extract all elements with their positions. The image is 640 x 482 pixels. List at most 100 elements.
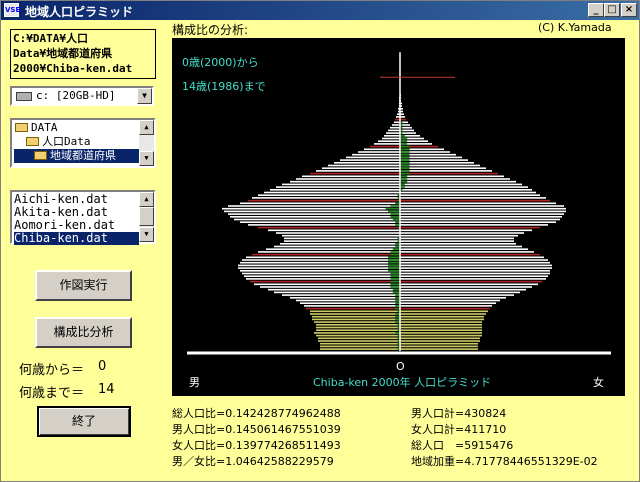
scroll-down-icon[interactable]: ▼ (139, 227, 154, 242)
maximize-button[interactable]: □ (604, 3, 620, 17)
male-bar-age-77 (378, 140, 400, 142)
dir-item-selected[interactable]: 地域都道府県 (14, 149, 139, 163)
dir-item[interactable]: DATA (15, 121, 58, 135)
diff-bar-age-50 (390, 213, 400, 215)
male-bar-age-2 (320, 342, 400, 345)
female-bar-age-9 (400, 324, 482, 326)
diff-bar-age-68 (400, 164, 410, 167)
male-bar-age-34 (246, 256, 400, 259)
scroll-up-icon[interactable]: ▲ (139, 192, 154, 207)
male-bar-age-65 (310, 172, 400, 175)
female-bar-age-47 (400, 221, 556, 223)
male-bar-age-79 (384, 135, 400, 137)
male-bar-age-32 (240, 261, 400, 264)
female-bar-age-60 (400, 186, 528, 188)
female-bar-age-62 (400, 180, 516, 183)
male-bar-age-58 (264, 191, 400, 194)
draw-button[interactable]: 作図実行 (35, 270, 132, 301)
male-bar-age-75 (370, 145, 400, 148)
male-bar-age-39 (280, 243, 400, 245)
male-bar-age-18 (296, 299, 400, 302)
female-bar-age-51 (400, 210, 566, 213)
female-bar-age-2 (400, 342, 478, 345)
analyze-button[interactable]: 構成比分析 (35, 317, 132, 348)
age-from-value[interactable]: 0 (98, 359, 106, 374)
female-bar-age-26 (400, 278, 546, 280)
app-icon[interactable]: VSE (4, 3, 20, 17)
female-bar-age-5 (400, 334, 482, 337)
dir-item[interactable]: 人口Data (26, 135, 91, 149)
female-bar-age-35 (400, 253, 540, 256)
dir-item-label: 地域都道府県 (50, 149, 116, 162)
diff-bar-age-48 (392, 218, 400, 221)
exit-button[interactable]: 終了 (37, 406, 131, 437)
scroll-down-icon[interactable]: ▼ (139, 151, 154, 166)
female-bar-age-33 (400, 259, 548, 261)
female-bar-age-56 (400, 197, 546, 199)
male-bar-age-20 (282, 294, 400, 296)
age-to-value[interactable]: 14 (98, 382, 115, 397)
female-bar-age-40 (400, 240, 514, 242)
female-bar-age-32 (400, 261, 550, 264)
minimize-button[interactable]: _ (588, 3, 604, 17)
male-bar-age-37 (266, 248, 400, 250)
male-bar-age-11 (312, 318, 400, 321)
diff-bar-age-78 (400, 137, 408, 140)
male-bar-age-36 (258, 251, 400, 253)
male-bar-age-6 (314, 332, 400, 334)
male-bar-age-72 (352, 153, 400, 156)
diff-bar-age-69 (400, 162, 410, 164)
diff-bar-age-36 (390, 251, 400, 253)
path-line-3: 2000¥Chiba-ken.dat (13, 62, 133, 75)
male-bar-age-33 (242, 259, 400, 261)
title-bar[interactable]: VSE 地域人口ピラミッド _ □ × (1, 1, 639, 20)
drive-dropdown-arrow-icon[interactable]: ▼ (137, 88, 152, 104)
diff-bar-age-52 (385, 207, 400, 210)
male-bar-age-84 (394, 121, 400, 124)
male-bar-age-29 (240, 270, 400, 272)
female-bar-age-18 (400, 299, 500, 302)
male-bar-age-26 (246, 278, 400, 280)
diff-bar-age-24 (390, 283, 400, 286)
male-bar-age-1 (320, 345, 400, 348)
male-bar-age-52 (222, 207, 400, 210)
folder-open-icon (34, 151, 47, 160)
drive-combo[interactable]: c: [20GB-HD] ▼ (10, 86, 154, 106)
stat-mf-ratio: 男／女比=1.04642588229579 (172, 455, 334, 468)
close-button[interactable]: × (621, 3, 637, 17)
stat-total-pop: 総人口 =5915476 (411, 439, 514, 452)
male-bar-age-41 (284, 237, 400, 240)
male-bar-age-82 (390, 126, 400, 129)
directory-scrollbar[interactable]: ▲ ▼ (139, 120, 154, 166)
male-bar-age-81 (388, 129, 400, 132)
stat-male-total: 男人口計=430824 (411, 407, 507, 420)
male-bar-age-23 (260, 286, 400, 288)
file-item-selected[interactable]: Chiba-ken.dat (14, 232, 139, 245)
zero-label: O (396, 360, 405, 373)
male-bar-age-17 (300, 302, 400, 304)
female-bar-age-66 (400, 170, 492, 172)
male-bar-age-48 (234, 218, 400, 221)
path-display: C:¥DATA¥人口 Data¥地域都道府県 2000¥Chiba-ken.da… (10, 29, 156, 79)
diff-bar-age-34 (388, 256, 400, 259)
file-scrollbar[interactable]: ▲ ▼ (139, 192, 154, 242)
male-bar-age-30 (238, 267, 400, 269)
female-bar-age-23 (400, 286, 532, 288)
female-bar-age-39 (400, 243, 516, 245)
male-bar-age-78 (382, 137, 400, 140)
file-list[interactable]: Aichi-ken.dat Akita-ken.dat Aomori-ken.d… (10, 190, 156, 245)
diff-bar-age-64 (400, 175, 408, 178)
age-from-label: 何歳から＝ (19, 363, 85, 378)
scroll-up-icon[interactable]: ▲ (139, 120, 154, 135)
directory-list[interactable]: DATA 人口Data 地域都道府県 ▲ ▼ (10, 118, 156, 168)
female-bar-age-17 (400, 302, 496, 304)
diff-bar-age-74 (400, 148, 410, 151)
path-line-2: Data¥地域都道府県 (13, 47, 113, 60)
diff-bar-age-72 (400, 153, 410, 156)
scroll-thumb[interactable] (139, 207, 154, 226)
male-bar-age-74 (364, 148, 400, 151)
male-bar-age-46 (248, 224, 400, 226)
diff-bar-age-32 (388, 261, 400, 264)
male-bar-age-50 (228, 213, 400, 215)
female-bar-age-52 (400, 207, 566, 210)
